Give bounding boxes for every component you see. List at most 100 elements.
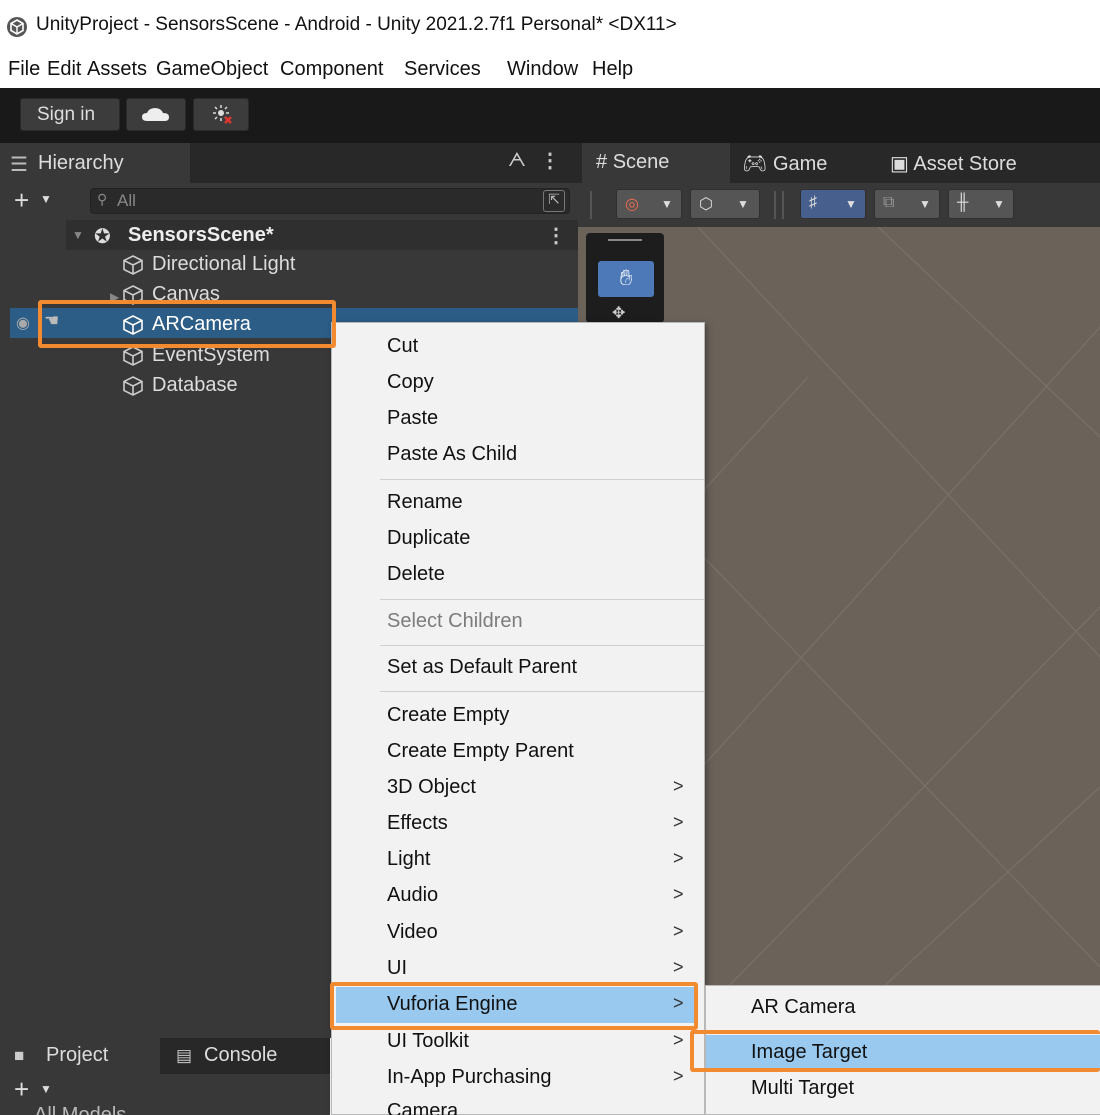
collapse-caret-icon[interactable]: ▼	[72, 228, 84, 242]
hierarchy-item-label: Canvas	[152, 283, 220, 305]
project-favorites-item[interactable]: All Models	[34, 1104, 126, 1115]
tab-hierarchy-label: Hierarchy	[38, 152, 124, 174]
cloud-button[interactable]	[126, 98, 186, 131]
tab-game[interactable]: 🎮︎ Game	[738, 143, 827, 183]
add-icon[interactable]: +	[14, 1074, 29, 1105]
console-icon: ▤	[176, 1046, 193, 1065]
sign-in-button[interactable]: Sign in	[20, 98, 120, 131]
chevron-down-icon[interactable]: ▼	[40, 192, 52, 206]
menu-edit[interactable]: Edit	[47, 58, 81, 81]
visibility-eye-icon[interactable]: ◉	[16, 313, 30, 333]
tab-console-label: Console	[204, 1044, 278, 1066]
menu-item-duplicate[interactable]: Duplicate	[332, 521, 704, 557]
render-mode-dropdown[interactable]: ⬡ ▼	[690, 189, 760, 219]
tab-hierarchy[interactable]: ☰ Hierarchy	[0, 143, 190, 183]
chevron-down-icon[interactable]: ▼	[40, 1082, 52, 1096]
menu-item-paste[interactable]: Paste	[332, 401, 704, 437]
context-menu: Cut Copy Paste Paste As Child Rename Dup…	[331, 322, 705, 1115]
tab-console[interactable]: ▤ Console	[160, 1038, 330, 1074]
window-title: UnityProject - SensorsScene - Android - …	[36, 14, 677, 35]
tab-scene[interactable]: # Scene	[582, 143, 730, 183]
more-options-icon[interactable]: ⋮	[540, 148, 560, 173]
menu-help[interactable]: Help	[592, 58, 633, 81]
menu-item-effects[interactable]: Effects >	[332, 806, 704, 842]
menu-gameobject[interactable]: GameObject	[156, 58, 268, 81]
toolbar-divider	[782, 191, 784, 219]
vuforia-submenu: AR Camera Image Target Multi Target	[705, 985, 1100, 1115]
hierarchy-search-input[interactable]: ⚲ All ⇱	[90, 188, 570, 214]
gameobject-cube-icon	[123, 315, 143, 335]
menu-item-light[interactable]: Light >	[332, 842, 704, 878]
menu-item-in-app-purchasing[interactable]: In-App Purchasing >	[332, 1060, 704, 1096]
grid-icon: ♯	[809, 194, 817, 211]
hierarchy-item-label: Directional Light	[152, 253, 296, 275]
chevron-down-icon: ▼	[919, 197, 931, 211]
tab-scene-label: Scene	[612, 151, 670, 173]
snap-settings-dropdown[interactable]: ⧉ ▼	[874, 189, 940, 219]
tab-project[interactable]: ■ Project	[0, 1038, 160, 1074]
menu-services[interactable]: Services	[404, 58, 481, 81]
cube-icon: ⬡	[699, 196, 713, 213]
menu-item-ui[interactable]: UI >	[332, 951, 704, 987]
menu-item-vuforia-engine[interactable]: Vuforia Engine >	[336, 987, 698, 1023]
submenu-item-multi-target[interactable]: Multi Target	[706, 1071, 1100, 1107]
menu-item-label: Duplicate	[387, 527, 471, 549]
menu-item-label: Camera	[387, 1100, 459, 1115]
move-tool-icon[interactable]: ✥	[612, 303, 625, 323]
scene-more-icon[interactable]: ⋮	[546, 223, 566, 248]
shopping-bag-icon: ▣	[890, 153, 914, 175]
scene-tab-row: # Scene 🎮︎ Game ▣ Asset Store	[578, 143, 1100, 183]
menu-separator	[380, 691, 704, 692]
grid-snap-toggle[interactable]: ♯ ▼	[800, 189, 866, 219]
menu-item-label: Rename	[387, 491, 463, 513]
submenu-item-label: AR Camera	[751, 996, 856, 1018]
scene-row[interactable]: ▼ ✪ SensorsScene* ⋮	[66, 220, 578, 250]
hand-tool-button[interactable]: ✋︎	[598, 261, 654, 297]
submenu-item-ar-camera[interactable]: AR Camera	[706, 990, 1100, 1026]
menu-item-paste-as-child[interactable]: Paste As Child	[332, 437, 704, 473]
gameobject-cube-icon	[123, 346, 143, 366]
menu-item-audio[interactable]: Audio >	[332, 878, 704, 914]
menu-item-copy[interactable]: Copy	[332, 365, 704, 401]
pickable-hand-icon[interactable]: ☚	[44, 311, 59, 331]
menu-item-create-empty-parent[interactable]: Create Empty Parent	[332, 734, 704, 770]
menu-item-set-default-parent[interactable]: Set as Default Parent	[332, 650, 704, 686]
menu-item-ui-toolkit[interactable]: UI Toolkit >	[332, 1024, 704, 1060]
add-icon[interactable]: +	[14, 185, 29, 216]
menu-item-select-children: Select Children	[332, 604, 704, 640]
expand-caret-icon[interactable]: ▶	[110, 290, 119, 304]
hash-icon: #	[596, 151, 613, 173]
menu-item-3d-object[interactable]: 3D Object >	[332, 770, 704, 806]
gizmo-target-icon: ◎	[625, 196, 639, 213]
submenu-item-image-target[interactable]: Image Target	[706, 1035, 1100, 1071]
collab-button[interactable]	[193, 98, 249, 131]
menu-component[interactable]: Component	[280, 58, 383, 81]
menu-item-video[interactable]: Video >	[332, 915, 704, 951]
tab-asset-store[interactable]: ▣ Asset Store	[886, 143, 1017, 183]
menu-item-label: UI Toolkit	[387, 1030, 469, 1052]
menu-window[interactable]: Window	[507, 58, 578, 81]
draw-mode-dropdown[interactable]: ◎ ▼	[616, 189, 682, 219]
submenu-arrow-icon: >	[673, 993, 684, 1013]
menu-item-cut[interactable]: Cut	[332, 329, 704, 365]
overlay-grip[interactable]	[608, 239, 642, 241]
lock-icon[interactable]: ᗅ	[508, 150, 526, 172]
menu-separator	[380, 645, 704, 646]
hierarchy-search-row: + ▼ ⚲ All ⇱	[0, 183, 578, 220]
menu-assets[interactable]: Assets	[87, 58, 147, 81]
submenu-arrow-icon: >	[673, 848, 684, 868]
menu-item-camera[interactable]: Camera	[332, 1094, 704, 1115]
expand-icon[interactable]: ⇱	[543, 190, 565, 212]
menu-item-delete[interactable]: Delete	[332, 557, 704, 593]
list-icon: ☰	[10, 154, 28, 176]
ruler-icon: ╫	[957, 194, 969, 211]
increment-snap-dropdown[interactable]: ╫ ▼	[948, 189, 1014, 219]
menu-item-create-empty[interactable]: Create Empty	[332, 698, 704, 734]
menu-item-rename[interactable]: Rename	[332, 485, 704, 521]
menu-item-label: UI	[387, 957, 407, 979]
submenu-arrow-icon: >	[673, 1066, 684, 1086]
chevron-down-icon: ▼	[845, 197, 857, 211]
menu-separator	[380, 479, 704, 480]
menu-file[interactable]: File	[8, 58, 40, 81]
tab-game-label: Game	[772, 153, 828, 175]
